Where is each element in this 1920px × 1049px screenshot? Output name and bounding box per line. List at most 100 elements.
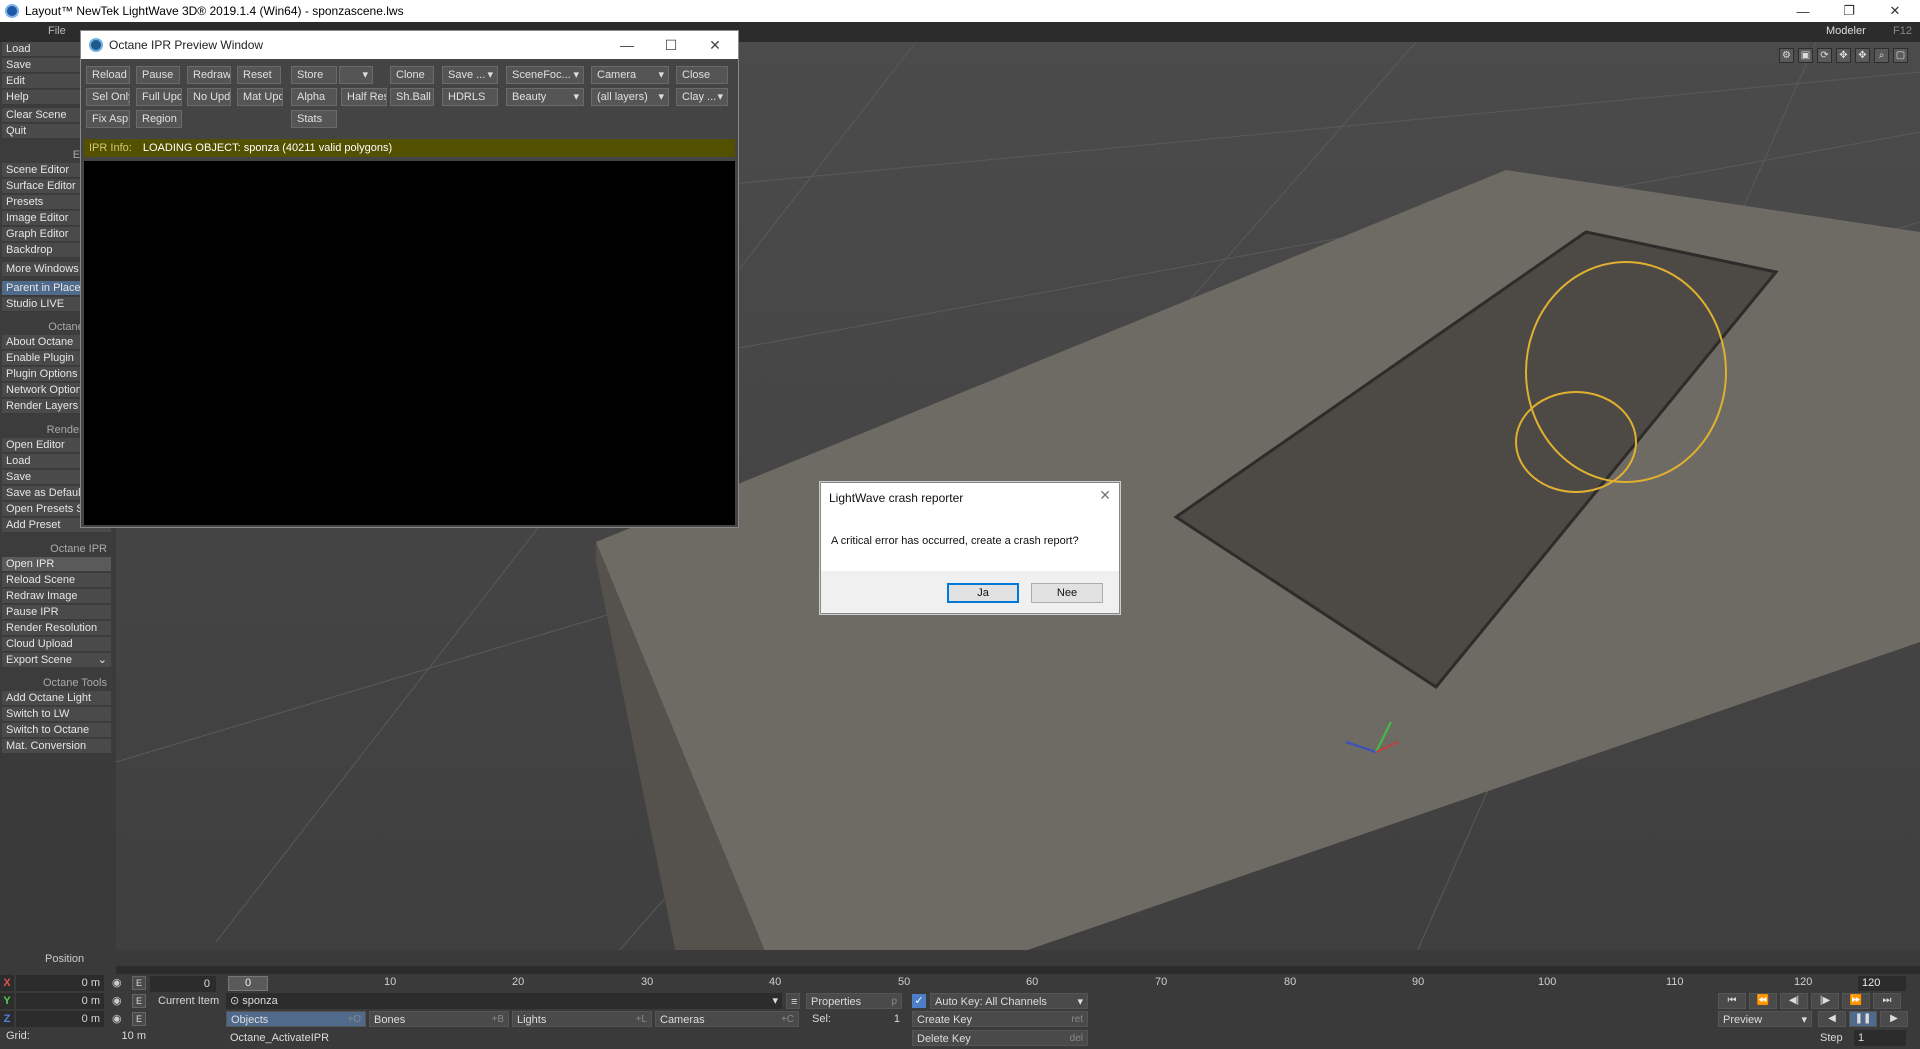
- pan-icon[interactable]: ✥: [1855, 48, 1870, 63]
- restore-button[interactable]: ❐: [1826, 0, 1872, 22]
- camera-icon[interactable]: ▣: [1798, 48, 1813, 63]
- switch-to-octane-button[interactable]: Switch to Octane: [2, 723, 111, 738]
- item-list-icon[interactable]: ≡: [786, 993, 800, 1009]
- play-icon[interactable]: ▶: [1880, 1011, 1908, 1027]
- zoom-icon[interactable]: ⌕: [1874, 48, 1889, 63]
- ipr-stats-button[interactable]: Stats: [291, 110, 337, 128]
- lights-shortcut: +L: [635, 1014, 647, 1025]
- reload-scene-button[interactable]: Reload Scene: [2, 573, 111, 588]
- pause-ipr-button[interactable]: Pause IPR: [2, 605, 111, 620]
- no-button[interactable]: Nee: [1031, 583, 1103, 603]
- envelope-button[interactable]: E: [132, 976, 146, 990]
- export-scene-label: Export Scene: [6, 654, 73, 666]
- go-to-start-icon[interactable]: ⏮: [1718, 993, 1746, 1009]
- ruler-tick: 10: [384, 976, 397, 988]
- dialog-close-button[interactable]: ✕: [1099, 487, 1111, 504]
- ipr-region-button[interactable]: Region: [136, 110, 182, 128]
- ipr-reload-button[interactable]: Reload: [86, 66, 130, 84]
- move-icon[interactable]: ✥: [1836, 48, 1851, 63]
- eye-icon[interactable]: ◉: [112, 994, 126, 1008]
- current-item-dropdown[interactable]: ⊙ sponza ▾: [226, 993, 782, 1009]
- step-label: Step: [1820, 1032, 1843, 1044]
- ipr-mat-update-button[interactable]: Mat Upd: [237, 88, 283, 106]
- ipr-render-canvas[interactable]: [84, 161, 735, 525]
- lights-mode-button[interactable]: Lights +L: [512, 1011, 652, 1027]
- mat-conversion-button[interactable]: Mat. Conversion: [2, 739, 111, 754]
- ipr-redraw-button[interactable]: Redraw: [187, 66, 231, 84]
- next-key-icon[interactable]: ⏩: [1842, 993, 1870, 1009]
- timeline-track[interactable]: [116, 966, 1920, 974]
- ipr-clay-dropdown[interactable]: Clay ...: [676, 88, 728, 106]
- properties-button[interactable]: Properties p: [806, 993, 902, 1009]
- eye-icon[interactable]: ◉: [112, 976, 126, 990]
- end-frame-field[interactable]: 120: [1858, 976, 1906, 991]
- ipr-layers-dropdown[interactable]: (all layers): [591, 88, 669, 106]
- ipr-store-slot-dropdown[interactable]: [339, 66, 373, 84]
- ipr-maximize-button[interactable]: ☐: [651, 31, 691, 59]
- ipr-clone-button[interactable]: Clone: [390, 66, 434, 84]
- ipr-shader-ball-button[interactable]: Sh.Ball: [390, 88, 434, 106]
- close-button[interactable]: ✕: [1872, 0, 1918, 22]
- frame-field[interactable]: 0: [150, 976, 216, 992]
- ipr-reset-button[interactable]: Reset: [237, 66, 281, 84]
- z-position-field[interactable]: 0 m: [16, 1011, 104, 1027]
- ipr-close-text-button[interactable]: Close: [676, 66, 728, 84]
- ipr-minimize-button[interactable]: —: [607, 31, 647, 59]
- x-axis-label: X: [0, 975, 14, 991]
- cloud-upload-button[interactable]: Cloud Upload: [2, 637, 111, 652]
- ipr-store-button[interactable]: Store: [291, 66, 337, 84]
- cameras-mode-button[interactable]: Cameras +C: [655, 1011, 799, 1027]
- play-reverse-icon[interactable]: ◀: [1818, 1011, 1846, 1027]
- create-key-button[interactable]: Create Key ret: [912, 1011, 1088, 1027]
- render-resolution-button[interactable]: Render Resolution: [2, 621, 111, 636]
- grid-value[interactable]: 10 m: [110, 1030, 146, 1042]
- frame-slider[interactable]: 0: [228, 976, 268, 991]
- position-label: Position: [45, 953, 85, 965]
- ipr-half-res-button[interactable]: Half Res: [341, 88, 387, 106]
- go-to-end-icon[interactable]: ⏭: [1873, 993, 1901, 1009]
- add-octane-light-button[interactable]: Add Octane Light: [2, 691, 111, 706]
- ipr-render-pass-dropdown[interactable]: Beauty: [506, 88, 584, 106]
- x-position-field[interactable]: 0 m: [16, 975, 104, 991]
- ipr-save-dropdown[interactable]: Save ...: [442, 66, 498, 84]
- ipr-close-button[interactable]: ✕: [695, 31, 735, 59]
- envelope-button[interactable]: E: [132, 994, 146, 1008]
- delete-key-button[interactable]: Delete Key del: [912, 1030, 1088, 1046]
- ipr-scene-focus-dropdown[interactable]: SceneFoc...: [506, 66, 584, 84]
- ipr-camera-dropdown[interactable]: Camera: [591, 66, 669, 84]
- create-key-label: Create Key: [917, 1014, 973, 1026]
- redraw-image-button[interactable]: Redraw Image: [2, 589, 111, 604]
- step-back-icon[interactable]: ◀|: [1780, 993, 1808, 1009]
- open-ipr-button[interactable]: Open IPR: [2, 557, 111, 572]
- objects-mode-button[interactable]: Objects +O: [226, 1011, 366, 1027]
- y-position-field[interactable]: 0 m: [16, 993, 104, 1009]
- yes-button[interactable]: Ja: [947, 583, 1019, 603]
- ipr-alpha-button[interactable]: Alpha: [291, 88, 337, 106]
- ipr-hdrls-button[interactable]: HDRLS: [442, 88, 498, 106]
- ipr-full-update-button[interactable]: Full Upd.: [136, 88, 182, 106]
- ipr-fix-aspect-button[interactable]: Fix Asp.: [86, 110, 130, 128]
- ipr-no-update-button[interactable]: No Upd.: [187, 88, 231, 106]
- minimize-button[interactable]: —: [1780, 0, 1826, 22]
- rotate-icon[interactable]: ⟳: [1817, 48, 1832, 63]
- bottom-panel: Position 0 0 10 20 30 40 50 60 70 80 90 …: [0, 950, 1920, 1049]
- export-scene-dropdown[interactable]: Export Scene ⌄: [2, 653, 111, 668]
- maximize-icon[interactable]: ▢: [1893, 48, 1908, 63]
- envelope-button[interactable]: E: [132, 1012, 146, 1026]
- auto-key-dropdown[interactable]: Auto Key: All Channels ▾: [930, 993, 1088, 1009]
- bones-mode-button[interactable]: Bones +B: [369, 1011, 509, 1027]
- auto-key-checkbox[interactable]: ✓: [912, 994, 926, 1008]
- modeler-button[interactable]: Modeler: [1826, 25, 1866, 37]
- cameras-shortcut: +C: [780, 1014, 794, 1025]
- step-forward-icon[interactable]: |▶: [1811, 993, 1839, 1009]
- ipr-sel-only-button[interactable]: Sel Only: [86, 88, 130, 106]
- eye-icon[interactable]: ◉: [112, 1012, 126, 1026]
- y-axis-label: Y: [0, 993, 14, 1009]
- preview-dropdown[interactable]: Preview ▾: [1718, 1011, 1812, 1027]
- pause-icon[interactable]: ❚❚: [1849, 1011, 1877, 1027]
- step-field[interactable]: 1: [1854, 1030, 1906, 1046]
- previous-key-icon[interactable]: ⏪: [1749, 993, 1777, 1009]
- gear-icon[interactable]: ⚙: [1779, 48, 1794, 63]
- ipr-pause-button[interactable]: Pause: [136, 66, 180, 84]
- switch-to-lw-button[interactable]: Switch to LW: [2, 707, 111, 722]
